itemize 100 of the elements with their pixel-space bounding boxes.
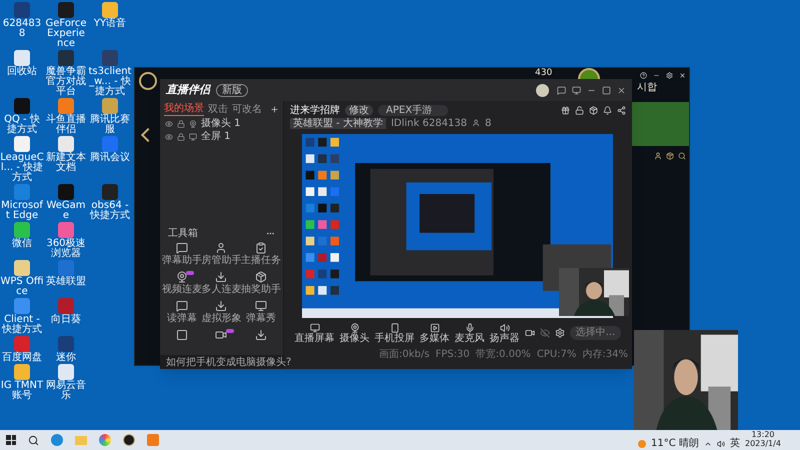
- screen-icon: [189, 132, 197, 140]
- maximize-icon[interactable]: [602, 86, 611, 94]
- source-label[interactable]: 摄像头 1: [201, 118, 241, 129]
- source-label[interactable]: 全屏 1: [201, 131, 231, 142]
- scene-tab[interactable]: 双击: [208, 102, 228, 116]
- app-icon[interactable]: [14, 98, 30, 114]
- start-icon[interactable]: [6, 435, 16, 445]
- tool-label[interactable]: 弹幕助手: [162, 255, 202, 266]
- avatar-icon[interactable]: [578, 68, 600, 79]
- stat-text: 画面:0kb/s: [378, 349, 430, 360]
- app-label: 迷你: [55, 353, 77, 363]
- eye-icon[interactable]: [540, 328, 550, 338]
- volume-icon[interactable]: [716, 440, 725, 448]
- control-label[interactable]: 摄像头: [340, 332, 370, 344]
- tool-icon[interactable]: [255, 329, 268, 341]
- close-icon[interactable]: [617, 86, 626, 94]
- tool-icon[interactable]: [215, 242, 228, 254]
- version-badge[interactable]: 新版: [216, 84, 248, 96]
- tool-icon[interactable]: [176, 271, 188, 283]
- monitor-icon[interactable]: [572, 86, 581, 94]
- tool-icon[interactable]: [215, 271, 228, 283]
- tool-icon[interactable]: [176, 329, 188, 341]
- speaker-icon[interactable]: [500, 322, 510, 332]
- coin-count: 430: [535, 68, 552, 79]
- game-field[interactable]: APEX手游: [378, 104, 448, 116]
- add-friend-icon[interactable]: [654, 152, 662, 160]
- game-icon[interactable]: [123, 434, 135, 446]
- add-icon[interactable]: [270, 104, 279, 114]
- app-label: 百度网盘: [1, 353, 43, 363]
- app-label: YY语音: [92, 19, 128, 29]
- category-tag[interactable]: 英雄联盟 - 大神教学: [290, 118, 386, 128]
- app-label: IG TMNT账号: [0, 381, 44, 401]
- settings-icon[interactable]: [666, 72, 673, 78]
- gift-icon[interactable]: [561, 106, 570, 114]
- app-icon[interactable]: [14, 260, 30, 276]
- app-icon[interactable]: [14, 50, 30, 66]
- eye-icon[interactable]: [165, 120, 173, 128]
- tool-label[interactable]: 读弹幕: [166, 313, 197, 324]
- browser-icon[interactable]: [99, 434, 111, 446]
- tool-icon[interactable]: [215, 329, 228, 341]
- box-icon[interactable]: [589, 106, 598, 114]
- hint-link[interactable]: 如何把手机变成电脑摄像头?: [166, 356, 292, 368]
- lock-icon[interactable]: [177, 120, 185, 128]
- browser-icon[interactable]: [51, 434, 63, 446]
- tool-label[interactable]: 虚拟形象: [202, 313, 242, 324]
- tool-icon[interactable]: [255, 300, 268, 312]
- camera-icon[interactable]: [350, 322, 360, 332]
- tool-label[interactable]: 房管助手: [202, 255, 242, 266]
- app-label: 斗鱼直播伴侣: [45, 115, 87, 135]
- control-label[interactable]: 直播屏幕: [294, 332, 335, 344]
- search-icon[interactable]: [28, 434, 39, 446]
- fans-icon: [472, 119, 480, 127]
- phone-icon[interactable]: [390, 322, 400, 332]
- app-label: 回收站: [6, 67, 38, 77]
- scene-tab[interactable]: 可改名: [232, 102, 262, 116]
- app-icon[interactable]: [102, 2, 118, 18]
- bell-icon[interactable]: [603, 106, 612, 114]
- scene-tab[interactable]: 我的场景: [164, 102, 204, 116]
- tool-icon[interactable]: [215, 300, 228, 312]
- tool-label[interactable]: 抽奖助手: [241, 284, 282, 295]
- control-label[interactable]: 多媒体: [420, 332, 450, 344]
- ime-indicator[interactable]: 英: [730, 438, 740, 449]
- mic-icon[interactable]: [464, 322, 475, 332]
- message-icon[interactable]: [557, 86, 566, 94]
- help-icon[interactable]: [640, 72, 647, 78]
- app-label: 向日葵: [50, 315, 82, 325]
- control-label[interactable]: 扬声器: [490, 332, 520, 344]
- start-button[interactable]: 选择中...: [570, 326, 622, 340]
- settings-icon[interactable]: [554, 328, 565, 338]
- share-icon[interactable]: [617, 106, 626, 114]
- app-title: 直播伴侣: [166, 82, 210, 98]
- app-icon[interactable]: [58, 184, 74, 200]
- app-icon[interactable]: [58, 2, 74, 18]
- tool-label[interactable]: 弹幕秀: [246, 313, 276, 324]
- app-icon[interactable]: [58, 136, 74, 152]
- control-label[interactable]: 手机投屏: [374, 332, 415, 344]
- eye-icon[interactable]: [165, 132, 173, 140]
- lock-icon[interactable]: [177, 132, 185, 140]
- avatar-icon[interactable]: [536, 84, 549, 96]
- search-icon[interactable]: [678, 152, 686, 160]
- app-icon[interactable]: [58, 364, 74, 380]
- tool-label[interactable]: 视频连麦: [162, 284, 202, 295]
- weather-text[interactable]: 11°C 晴朗: [651, 438, 699, 449]
- stat-text: CPU:7%: [536, 349, 576, 360]
- tool-icon[interactable]: [255, 242, 268, 254]
- tool-icon[interactable]: [255, 271, 268, 283]
- edit-button[interactable]: 修改: [345, 104, 373, 116]
- screen-icon[interactable]: [310, 322, 320, 332]
- tool-icon[interactable]: [176, 300, 188, 312]
- stat-text: FPS:30: [435, 349, 470, 360]
- close-icon[interactable]: [679, 72, 686, 78]
- media-icon[interactable]: [430, 322, 440, 332]
- app-icon[interactable]: [14, 364, 30, 380]
- unlock-icon[interactable]: [575, 106, 584, 114]
- video-icon[interactable]: [524, 328, 535, 338]
- control-label[interactable]: 麦克风: [454, 332, 485, 344]
- tool-label[interactable]: 多人连麦: [202, 284, 242, 295]
- tool-icon[interactable]: [176, 242, 188, 254]
- tool-label[interactable]: 主播任务: [241, 255, 282, 266]
- app-icon[interactable]: [14, 136, 30, 152]
